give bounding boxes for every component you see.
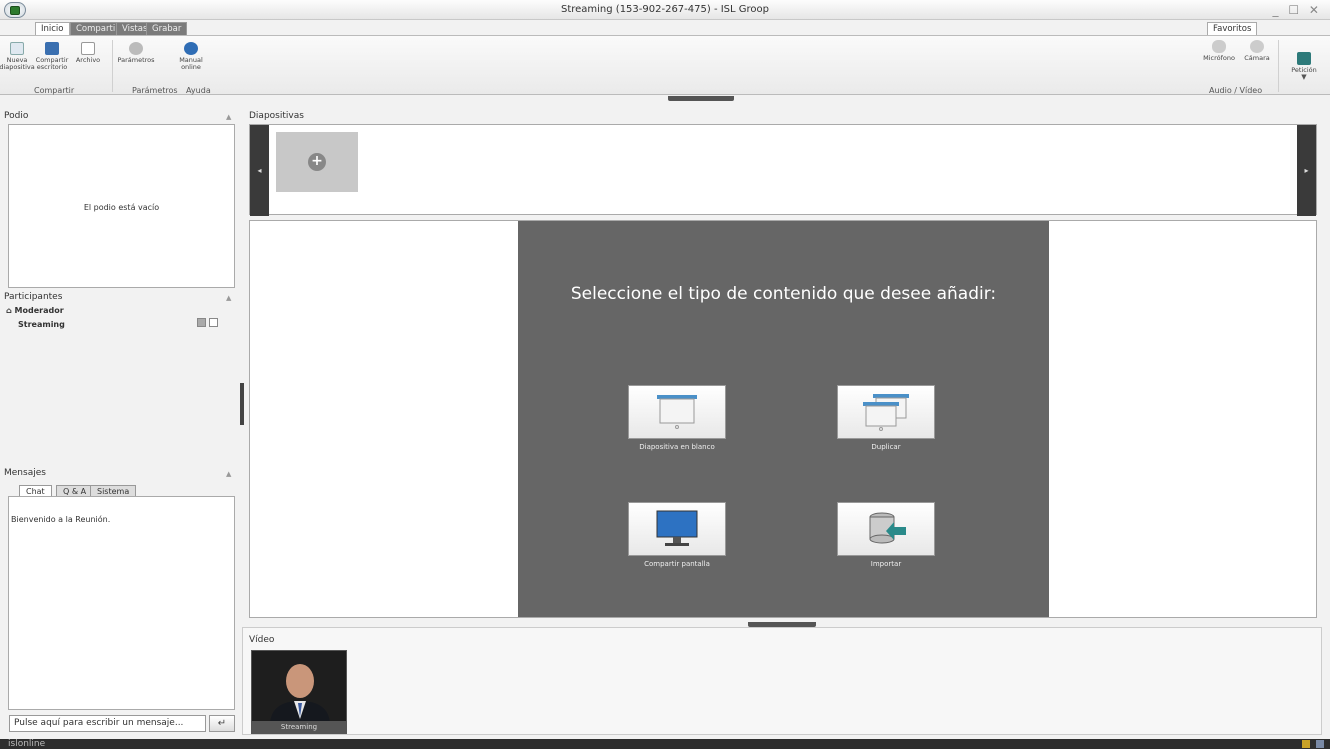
add-slide-thumbnail[interactable]: +	[276, 132, 358, 192]
ribbon: Nueva diapositiva Compartir escritorio A…	[0, 35, 1330, 95]
group-label-ayuda: Ayuda	[186, 86, 211, 95]
participant-video-avatar	[252, 651, 346, 723]
content-area: Seleccione el tipo de contenido que dese…	[249, 220, 1317, 618]
participant-menu-icon[interactable]	[197, 318, 206, 327]
messages-collapse-icon[interactable]: ▲	[226, 470, 231, 478]
brand-text: islonline	[8, 739, 46, 749]
content-prompt: Seleccione el tipo de contenido que dese…	[570, 284, 997, 304]
app-logo-icon	[10, 5, 20, 15]
moderator-row: ⌂ Moderador	[6, 306, 64, 315]
group-label-parametros: Parámetros	[132, 86, 178, 95]
ribbon-collapse-handle[interactable]	[668, 96, 734, 101]
message-input[interactable]: Pulse aquí para escribir un mensaje...	[9, 715, 206, 732]
manual-online-button[interactable]: Manual online	[176, 42, 206, 71]
participant-name[interactable]: Streaming	[18, 320, 65, 329]
tray-icon[interactable]	[1316, 740, 1324, 748]
monitor-icon	[45, 42, 59, 55]
database-import-icon	[869, 512, 906, 544]
settings-icon	[129, 42, 143, 55]
group-label-compartir: Compartir	[34, 86, 75, 95]
monitor-icon	[656, 510, 698, 546]
scroll-left-button[interactable]: ◂	[250, 125, 269, 216]
participant-info-icon[interactable]	[209, 318, 218, 327]
plus-icon: +	[308, 153, 326, 171]
video-participant-name: Streaming	[252, 721, 346, 733]
podium-panel: El podio está vacío	[8, 124, 235, 288]
slide-icon	[10, 42, 24, 55]
file-icon	[81, 42, 95, 55]
blank-slide-option[interactable]: Diapositiva en blanco	[628, 385, 726, 451]
participants-title: Participantes	[4, 292, 63, 302]
new-slide-button[interactable]: Nueva diapositiva	[0, 42, 35, 71]
window-title: Streaming (153-902-267-475) - ISL Groop	[560, 4, 770, 15]
request-icon	[1297, 52, 1311, 65]
request-button[interactable]: Petición ▼	[1286, 52, 1322, 81]
tab-inicio[interactable]: Inicio	[35, 22, 70, 36]
camera-icon	[1250, 40, 1264, 53]
app-menu-button[interactable]	[4, 2, 26, 18]
video-panel: Vídeo Streaming	[242, 627, 1322, 735]
welcome-message: Bienvenido a la Reunión.	[11, 515, 111, 524]
app-window: Streaming (153-902-267-475) - ISL Groop …	[0, 0, 1330, 749]
sidebar-splitter[interactable]	[240, 383, 244, 425]
send-button[interactable]: ↵	[209, 715, 235, 732]
help-icon	[184, 42, 198, 55]
window-controls[interactable]: _ ☐ ✕	[1273, 3, 1322, 17]
podium-title: Podio	[4, 111, 29, 121]
microphone-icon	[1212, 40, 1226, 53]
slides-title: Diapositivas	[249, 111, 304, 121]
projector-screen-icon	[657, 395, 697, 429]
microphone-button[interactable]: Micrófono	[1203, 40, 1235, 62]
tab-favoritos[interactable]: Favoritos	[1207, 22, 1258, 36]
scroll-right-button[interactable]: ▸	[1297, 125, 1316, 216]
file-button[interactable]: Archivo	[72, 42, 104, 64]
podium-collapse-icon[interactable]: ▲	[226, 113, 231, 121]
camera-button[interactable]: Cámara	[1242, 40, 1272, 62]
group-divider	[1278, 40, 1279, 92]
import-option[interactable]: Importar	[837, 502, 935, 568]
status-bar: islonline	[0, 739, 1330, 749]
content-stage: Seleccione el tipo de contenido que dese…	[518, 221, 1049, 617]
video-title: Vídeo	[249, 635, 275, 645]
parameters-button[interactable]: Parámetros	[117, 42, 155, 64]
duplicate-option[interactable]: Duplicar	[837, 385, 935, 451]
messages-title: Mensajes	[4, 468, 46, 478]
duplicate-screens-icon	[863, 394, 909, 431]
podium-empty-text: El podio está vacío	[83, 203, 160, 212]
tray-icon[interactable]	[1302, 740, 1310, 748]
group-divider	[112, 40, 113, 92]
title-bar: Streaming (153-902-267-475) - ISL Groop	[0, 0, 1330, 20]
share-screen-option[interactable]: Compartir pantalla	[628, 502, 726, 568]
tab-grabar[interactable]: Grabar	[146, 22, 188, 36]
group-label-audio-video: Audio / Vídeo	[1209, 86, 1263, 95]
share-desktop-button[interactable]: Compartir escritorio	[36, 42, 68, 71]
slide-strip: ◂ + ▸	[249, 124, 1317, 216]
participants-collapse-icon[interactable]: ▲	[226, 294, 231, 302]
chat-log: Bienvenido a la Reunión.	[8, 496, 235, 710]
chevron-down-icon: ▼	[1301, 73, 1307, 81]
home-icon: ⌂	[6, 306, 12, 315]
video-tile[interactable]: Streaming	[251, 650, 347, 734]
